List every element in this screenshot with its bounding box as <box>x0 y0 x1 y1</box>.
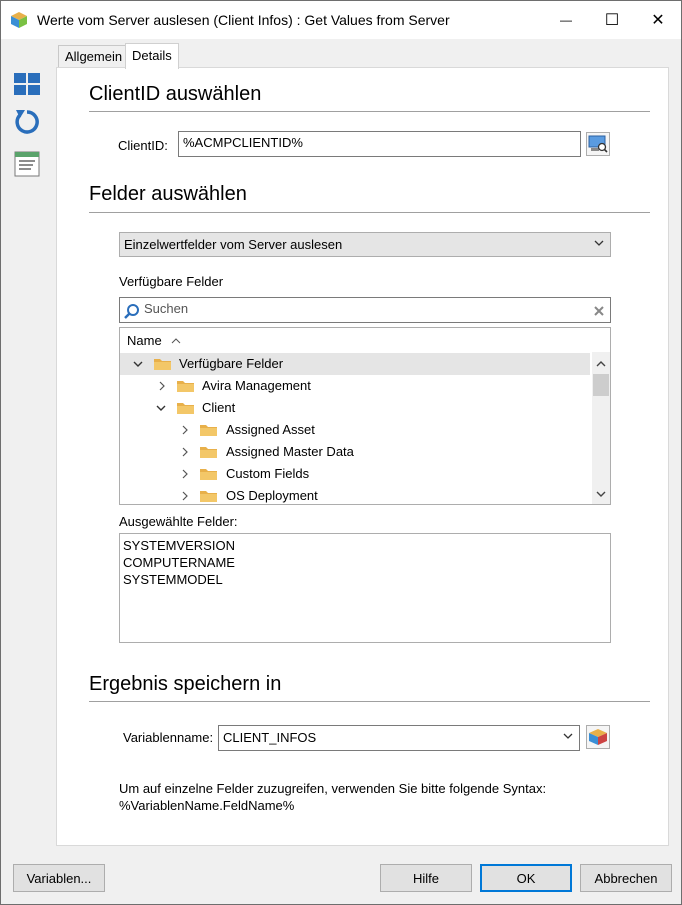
scroll-down-icon[interactable] <box>596 490 606 498</box>
read-mode-dropdown[interactable]: Einzelwertfelder vom Server auslesen <box>119 232 611 257</box>
close-button[interactable]: ✕ <box>635 1 681 39</box>
folder-icon <box>200 491 217 502</box>
clientid-input[interactable]: %ACMPCLIENTID% <box>178 131 581 157</box>
selected-fields-list[interactable]: SYSTEMVERSION COMPUTERNAME SYSTEMMODEL <box>119 533 611 643</box>
tree-item-label: Verfügbare Felder <box>179 356 284 371</box>
folder-icon <box>200 447 217 458</box>
tree-item-label: Assigned Asset <box>226 422 315 437</box>
details-panel: ClientID auswählen ClientID: %ACMPCLIENT… <box>56 67 669 846</box>
chevron-right-icon <box>182 469 188 479</box>
list-item[interactable]: SYSTEMMODEL <box>120 571 610 588</box>
varname-label: Variablenname: <box>123 730 214 745</box>
varname-dropdown[interactable]: CLIENT_INFOS <box>218 725 580 751</box>
read-mode-value: Einzelwertfelder vom Server auslesen <box>124 237 343 252</box>
tree-row[interactable]: Assigned Master Data <box>120 441 590 463</box>
chevron-down-icon <box>156 405 166 411</box>
section-title-fields: Felder auswählen <box>89 183 247 205</box>
tree-item-label: Assigned Master Data <box>226 444 354 459</box>
syntax-hint-line1: Um auf einzelne Felder zuzugreifen, verw… <box>119 781 547 796</box>
section-divider <box>89 111 650 112</box>
tree-item-label: Client <box>202 400 236 415</box>
maximize-button[interactable]: ☐ <box>589 1 635 39</box>
dialog-window: Werte vom Server auslesen (Client Infos)… <box>0 0 682 905</box>
chevron-right-icon <box>159 381 165 391</box>
chevron-down-icon <box>133 361 143 367</box>
folder-icon <box>177 403 194 414</box>
close-icon: ✕ <box>651 12 665 29</box>
selected-fields-label: Ausgewählte Felder: <box>119 514 238 529</box>
folder-icon <box>200 469 217 480</box>
tab-details[interactable]: Details <box>125 43 179 69</box>
tree-scrollbar[interactable] <box>592 352 610 504</box>
tree-row[interactable]: Assigned Asset <box>120 419 590 441</box>
computer-search-icon <box>588 135 608 153</box>
section-divider <box>89 212 650 213</box>
chevron-right-icon <box>182 425 188 435</box>
chevron-right-icon <box>182 491 188 501</box>
available-fields-label: Verfügbare Felder <box>119 274 224 289</box>
help-button[interactable]: Hilfe <box>380 864 472 892</box>
scroll-up-icon[interactable] <box>596 360 606 368</box>
search-input[interactable]: Suchen <box>119 297 611 323</box>
search-icon <box>124 304 139 319</box>
minimize-icon: — <box>560 13 572 27</box>
refresh-icon <box>15 110 39 134</box>
list-item[interactable]: COMPUTERNAME <box>120 554 610 571</box>
grid-icon <box>14 73 40 95</box>
tree-item-label: Custom Fields <box>226 466 310 481</box>
section-divider <box>89 701 650 702</box>
tree-item-label: Avira Management <box>202 378 311 393</box>
varname-value: CLIENT_INFOS <box>223 730 317 745</box>
tab-allgemein[interactable]: Allgemein <box>58 45 130 68</box>
tree-row[interactable]: Avira Management <box>120 375 590 397</box>
tree-column-header[interactable]: Name <box>127 333 181 348</box>
sidebar-item-form[interactable] <box>11 149 43 179</box>
window-title: Werte vom Server auslesen (Client Infos)… <box>37 12 450 28</box>
chevron-right-icon <box>182 447 188 457</box>
sidebar-item-overview[interactable] <box>11 69 43 99</box>
chevron-down-icon <box>594 240 604 246</box>
clientid-label: ClientID: <box>118 138 168 153</box>
ok-button[interactable]: OK <box>480 864 572 892</box>
title-bar[interactable]: Werte vom Server auslesen (Client Infos)… <box>1 1 681 39</box>
cube-icon <box>589 729 607 745</box>
folder-icon <box>154 359 171 370</box>
section-title-result: Ergebnis speichern in <box>89 673 282 695</box>
chevron-down-icon <box>563 733 573 739</box>
section-title-clientid: ClientID auswählen <box>89 83 262 105</box>
tree-row[interactable]: OS Deployment <box>120 485 590 504</box>
tree-row[interactable]: Verfügbare Felder <box>120 353 590 375</box>
clientid-browse-button[interactable] <box>586 132 610 156</box>
form-icon <box>14 151 40 177</box>
app-logo-icon <box>11 12 27 28</box>
tree-row[interactable]: Custom Fields <box>120 463 590 485</box>
list-item[interactable]: SYSTEMVERSION <box>120 537 610 554</box>
folder-icon <box>177 381 194 392</box>
syntax-hint-line2: %VariablenName.FeldName% <box>119 798 295 813</box>
available-fields-tree[interactable]: Name Verfügbare Felder Avira Management <box>119 327 611 505</box>
minimize-button[interactable]: — <box>543 1 589 39</box>
tree-column-name: Name <box>127 333 162 348</box>
tree-row[interactable]: Client <box>120 397 590 419</box>
scroll-thumb[interactable] <box>593 374 609 396</box>
sidebar-item-refresh[interactable] <box>11 107 43 137</box>
clear-search-icon[interactable] <box>594 306 604 316</box>
tree-item-label: OS Deployment <box>226 488 318 503</box>
variable-picker-button[interactable] <box>586 725 610 749</box>
variables-button[interactable]: Variablen... <box>13 864 105 892</box>
maximize-icon: ☐ <box>604 12 620 29</box>
cancel-button[interactable]: Abbrechen <box>580 864 672 892</box>
sort-ascending-icon <box>171 338 181 344</box>
folder-icon <box>200 425 217 436</box>
